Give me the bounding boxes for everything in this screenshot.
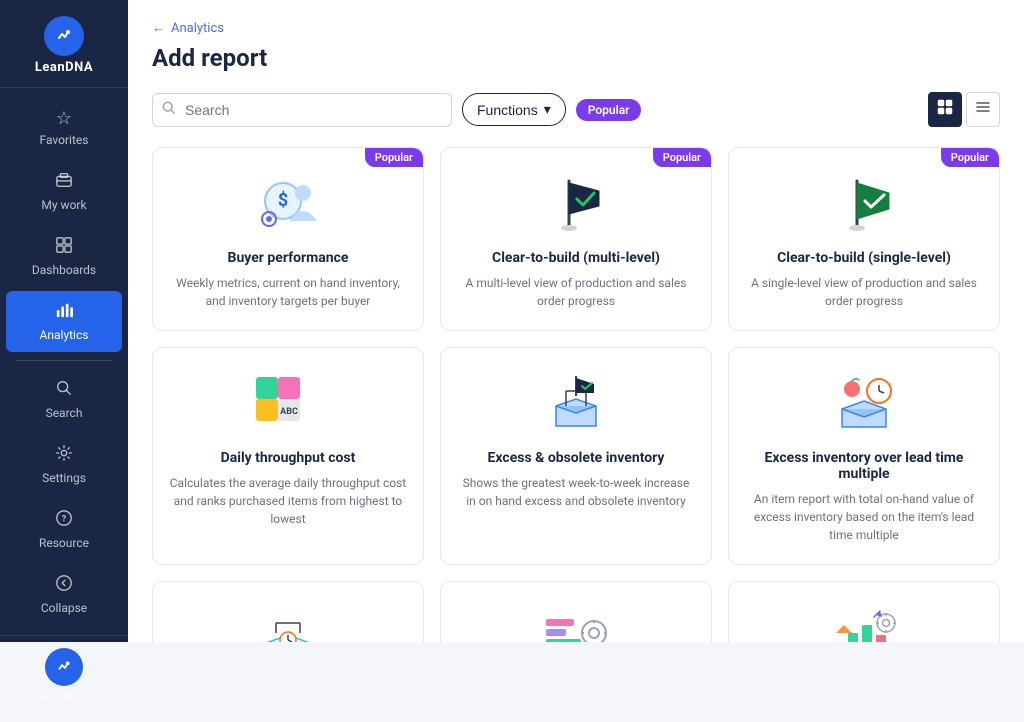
goal-performance-icon <box>824 602 904 642</box>
card-description: A single-level view of production and sa… <box>745 274 983 310</box>
sidebar-item-dashboards[interactable]: Dashboards <box>6 226 122 287</box>
sidebar-item-search[interactable]: Search <box>6 369 122 430</box>
sidebar-item-label: Analytics <box>40 328 89 342</box>
toolbar: Functions ▾ Popular <box>152 92 1000 127</box>
chevron-down-icon: ▾ <box>544 101 551 118</box>
report-card-buyer-performance[interactable]: Popular $ Buyer performance Weekly metri… <box>152 147 424 331</box>
breadcrumb-arrow: ← <box>152 20 165 36</box>
grid-view-button[interactable] <box>928 92 962 127</box>
sidebar-item-label: Collapse <box>41 601 87 615</box>
report-card-ctb-single[interactable]: Popular Clear-to-build (single-level) A … <box>728 147 1000 331</box>
sidebar-item-label: Search <box>46 406 83 420</box>
report-card-ctb-multi[interactable]: Popular Clear-to-build (multi-level) A m… <box>440 147 712 331</box>
sidebar-item-favorites[interactable]: ☆ Favorites <box>6 98 122 157</box>
card-title: Clear-to-build (multi-level) <box>492 250 660 266</box>
view-toggle-group <box>928 92 1000 127</box>
card-title: Daily throughput cost <box>221 450 356 466</box>
buyer-performance-icon: $ <box>248 168 328 238</box>
analytics-icon <box>55 301 73 324</box>
report-card-excess-obsolete[interactable]: Excess & obsolete inventory Shows the gr… <box>440 347 712 565</box>
dashboard-icon <box>55 236 73 259</box>
list-view-button[interactable] <box>966 92 1000 127</box>
card-description: Weekly metrics, current on hand inventor… <box>169 274 407 310</box>
breadcrumb[interactable]: ← Analytics <box>152 20 1000 36</box>
report-card-goal-performance[interactable]: Goal performance (Lean projects) An over… <box>728 581 1000 642</box>
search-icon <box>162 101 176 119</box>
search-input[interactable] <box>152 93 452 127</box>
report-card-excess-lead-time[interactable]: Excess inventory over lead time multiple… <box>728 347 1000 565</box>
report-card-daily-throughput[interactable]: ABC Daily throughput cost Calculates the… <box>152 347 424 565</box>
briefcase-icon <box>55 171 73 194</box>
card-description: Shows the greatest week-to-week increase… <box>457 474 695 510</box>
main-content: ← Analytics Add report Functions ▾ Popul… <box>128 0 1024 642</box>
popular-tag: Popular <box>941 148 999 167</box>
svg-text:ABC: ABC <box>280 407 298 417</box>
sidebar-logo-text: LeanDNA <box>35 60 93 75</box>
sidebar-item-label: Favorites <box>40 133 89 147</box>
svg-text:$: $ <box>277 190 287 211</box>
sidebar: LeanDNA ☆ Favorites My work <box>0 0 128 642</box>
ctb-multi-icon <box>536 168 616 238</box>
search-wrapper <box>152 93 452 127</box>
sidebar-logo: LeanDNA <box>0 0 128 88</box>
bottom-logo-icon <box>45 648 83 686</box>
settings-icon <box>55 444 73 467</box>
collapse-icon <box>55 574 73 597</box>
sidebar-item-label: Dashboards <box>32 263 96 277</box>
sidebar-item-label: Resource <box>39 536 89 550</box>
resource-icon: ? <box>55 509 73 532</box>
sidebar-item-mywork[interactable]: My work <box>6 161 122 222</box>
card-title: Excess & obsolete inventory <box>488 450 665 466</box>
sidebar-item-analytics[interactable]: Analytics <box>6 291 122 352</box>
excess-sell-icon <box>248 602 328 642</box>
card-title: Clear-to-build (single-level) <box>777 250 951 266</box>
report-card-gantt[interactable]: Gantt chart (Lean projects) Visualize le… <box>440 581 712 642</box>
svg-text:?: ? <box>62 515 67 525</box>
sidebar-bottom: LeanDNA ⇄ Switch <box>0 635 128 722</box>
gantt-icon <box>536 602 616 642</box>
excess-obsolete-icon <box>536 368 616 438</box>
popular-filter-badge[interactable]: Popular <box>576 99 642 121</box>
card-description: An item report with total on-hand value … <box>745 490 983 544</box>
star-icon: ☆ <box>56 108 72 129</box>
functions-label: Functions <box>477 102 538 118</box>
sidebar-item-resource[interactable]: ? Resource <box>6 499 122 560</box>
popular-tag: Popular <box>653 148 711 167</box>
sidebar-divider <box>16 360 112 361</box>
leandna-logo-icon <box>44 16 84 56</box>
daily-throughput-icon: ABC <box>248 368 328 438</box>
report-card-grid: Popular $ Buyer performance Weekly metri… <box>152 147 1000 642</box>
excess-lead-time-icon <box>824 368 904 438</box>
report-card-excess-sell[interactable]: Excess to sell Excess inventory that can… <box>152 581 424 642</box>
card-description: Calculates the average daily throughput … <box>169 474 407 528</box>
breadcrumb-label: Analytics <box>171 21 224 36</box>
card-description: A multi-level view of production and sal… <box>457 274 695 310</box>
sidebar-item-label: Settings <box>42 471 86 485</box>
card-title: Excess inventory over lead time multiple <box>745 450 983 482</box>
switch-label[interactable]: LeanDNA ⇄ <box>34 690 93 703</box>
sidebar-nav: ☆ Favorites My work D <box>0 88 128 635</box>
card-title: Buyer performance <box>228 250 349 266</box>
functions-button[interactable]: Functions ▾ <box>462 93 566 126</box>
popular-tag: Popular <box>365 148 423 167</box>
sidebar-item-label: My work <box>41 198 86 212</box>
sidebar-item-settings[interactable]: Settings <box>6 434 122 495</box>
switch-sub-label: Switch <box>49 703 79 714</box>
page-title: Add report <box>152 44 1000 72</box>
sidebar-item-collapse[interactable]: Collapse <box>6 564 122 625</box>
ctb-single-icon <box>824 168 904 238</box>
search-icon <box>55 379 73 402</box>
